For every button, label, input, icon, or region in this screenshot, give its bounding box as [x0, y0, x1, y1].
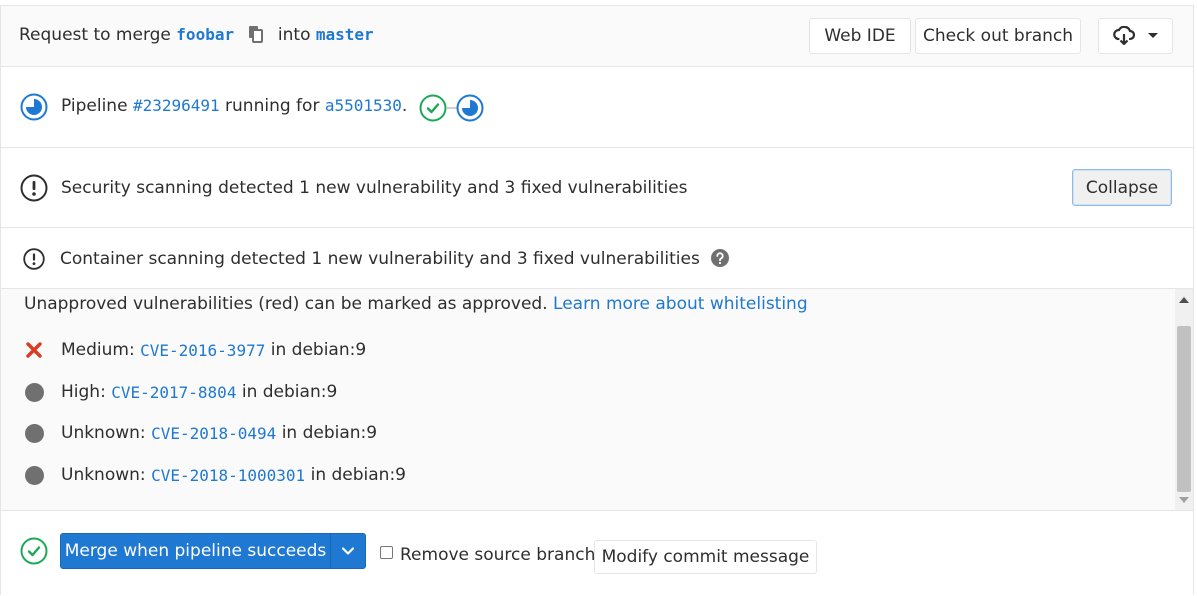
collapse-button[interactable]: Collapse	[1072, 169, 1172, 206]
vulnerability-location: in debian:9	[241, 382, 338, 402]
vulnerability-location: in debian:9	[310, 465, 406, 485]
merge-request-widget: Request to merge foobar into master Web …	[0, 5, 1194, 595]
question-icon[interactable]	[711, 249, 730, 267]
cve-link[interactable]: CVE-2018-0494	[151, 424, 276, 443]
target-branch-link[interactable]: master	[316, 25, 374, 44]
pipeline-id-link[interactable]: #23296491	[133, 96, 220, 115]
vulnerability-severity: Unknown:	[61, 423, 146, 443]
status-dot-icon	[23, 381, 45, 403]
vulnerability-item: High: CVE-2017-8804 in debian:9	[23, 381, 337, 403]
merge-actions-row: Merge when pipeline succeeds Remove sour…	[1, 511, 1193, 596]
merge-options-dropdown[interactable]	[331, 534, 365, 568]
pipeline-period: .	[401, 96, 408, 116]
status-dot-icon	[23, 464, 45, 486]
pipeline-row: Pipeline #23296491 running for a5501530.	[1, 67, 1193, 148]
merge-when-pipeline-succeeds-button[interactable]: Merge when pipeline succeeds	[61, 534, 331, 568]
vulnerability-severity: High:	[61, 382, 106, 402]
pipeline-prefix: Pipeline	[61, 96, 128, 116]
scroll-up-icon[interactable]	[1179, 296, 1189, 303]
into-text: into	[277, 25, 311, 45]
vulnerability-item: Unknown: CVE-2018-1000301 in debian:9	[23, 464, 406, 486]
copy-icon[interactable]	[248, 25, 264, 48]
commit-sha-link[interactable]: a5501530	[325, 96, 402, 115]
vertical-scrollbar[interactable]	[1175, 289, 1193, 510]
close-icon	[23, 339, 45, 361]
container-summary: Container scanning detected 1 new vulner…	[60, 249, 730, 269]
approval-note: Unapproved vulnerabilities (red) can be …	[24, 294, 548, 314]
source-branch-link[interactable]: foobar	[176, 25, 234, 44]
vulnerability-item: Medium: CVE-2016-3977 in debian:9	[23, 339, 366, 361]
learn-more-whitelisting-link[interactable]: Learn more about whitelisting	[553, 294, 808, 314]
pipeline-running-icon[interactable]	[20, 93, 48, 121]
remove-source-branch-checkbox[interactable]	[380, 546, 393, 559]
vulnerability-severity: Medium:	[61, 340, 135, 360]
container-summary-text: Container scanning detected 1 new vulner…	[60, 249, 700, 269]
request-prefix: Request to merge	[19, 25, 171, 45]
web-ide-button[interactable]: Web IDE	[809, 18, 911, 54]
modify-commit-message-button[interactable]: Modify commit message	[594, 540, 817, 574]
vulnerability-note: Unapproved vulnerabilities (red) can be …	[24, 294, 808, 314]
security-report-row: Security scanning detected 1 new vulnera…	[1, 148, 1193, 228]
cve-link[interactable]: CVE-2018-1000301	[151, 466, 305, 485]
warning-icon	[20, 174, 48, 202]
vulnerabilities-panel[interactable]: Unapproved vulnerabilities (red) can be …	[1, 289, 1193, 511]
check-circle-icon	[20, 537, 48, 565]
cve-link[interactable]: CVE-2017-8804	[111, 383, 236, 402]
vulnerability-severity: Unknown:	[61, 465, 146, 485]
stage-passed-icon[interactable]	[419, 94, 447, 122]
mr-header: Request to merge foobar into master Web …	[1, 6, 1193, 67]
pipeline-running-for: running for	[225, 96, 320, 116]
vulnerability-location: in debian:9	[270, 340, 367, 360]
vulnerability-location: in debian:9	[281, 423, 378, 443]
stage-running-icon[interactable]	[456, 94, 484, 122]
check-out-branch-button[interactable]: Check out branch	[915, 18, 1081, 54]
remove-source-branch-label[interactable]: Remove source branch	[400, 545, 595, 565]
cloud-download-icon	[1112, 26, 1135, 46]
scroll-down-icon[interactable]	[1179, 497, 1189, 504]
chevron-down-icon	[342, 547, 354, 555]
scrollbar-thumb[interactable]	[1177, 326, 1191, 492]
merge-button-group: Merge when pipeline succeeds	[60, 533, 366, 569]
security-summary: Security scanning detected 1 new vulnera…	[61, 178, 688, 198]
warning-icon	[23, 248, 45, 270]
cve-link[interactable]: CVE-2016-3977	[140, 341, 265, 360]
pipeline-status-text: Pipeline #23296491 running for a5501530.	[61, 96, 407, 116]
merge-title: Request to merge foobar into master	[19, 25, 374, 48]
vulnerability-item: Unknown: CVE-2018-0494 in debian:9	[23, 422, 377, 444]
chevron-down-icon	[1147, 32, 1159, 40]
download-dropdown-button[interactable]	[1098, 18, 1173, 54]
container-scanning-row: Container scanning detected 1 new vulner…	[1, 228, 1193, 289]
status-dot-icon	[23, 422, 45, 444]
